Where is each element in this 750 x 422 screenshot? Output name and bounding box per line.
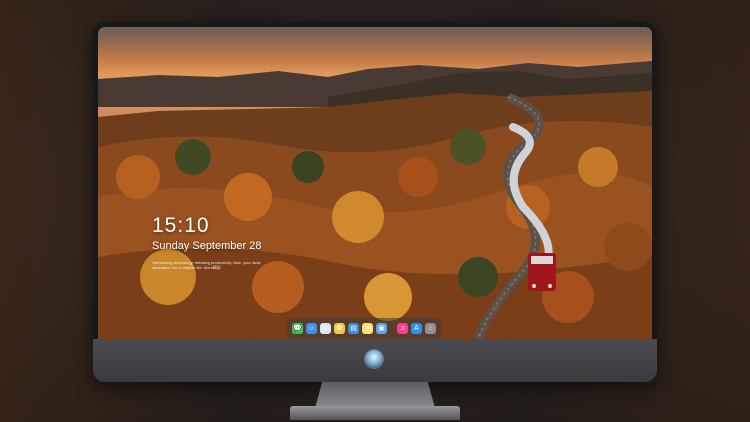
safari-icon[interactable]: ◎ (320, 322, 331, 334)
music-icon[interactable]: ♫ (397, 322, 408, 334)
brand-logo-icon (365, 350, 383, 368)
monitor-stand-base (290, 406, 460, 420)
lock-screen-clock: 15:10 (152, 214, 210, 237)
lock-screen-date: Sunday September 28 (152, 240, 262, 252)
imac-monitor: 15:10 Sunday September 28 Harnessing tec… (93, 22, 657, 382)
monitor-chin (93, 339, 657, 382)
finder-icon[interactable]: ☺ (306, 322, 317, 334)
image-capture-icon[interactable]: ▣ (376, 322, 387, 334)
wallpaper-landscape (98, 61, 652, 339)
monitor-stand-neck (315, 382, 435, 408)
lock-screen[interactable]: 15:10 Sunday September 28 Harnessing tec… (98, 27, 652, 339)
photos-icon[interactable]: ✿ (334, 322, 345, 334)
lock-screen-caption: Harnessing technology, breaking producti… (152, 260, 261, 270)
preview-icon[interactable]: ▤ (348, 322, 359, 334)
app-store-icon[interactable]: A (411, 322, 422, 334)
dock: 💬 ☺ ◎ ✿ ▤ ≡ ▣ ♫ A ⌂ (287, 318, 441, 338)
trash-icon[interactable]: ⌂ (425, 322, 436, 334)
messages-icon[interactable]: 💬 (292, 322, 303, 334)
notes-icon[interactable]: ≡ (362, 322, 373, 334)
